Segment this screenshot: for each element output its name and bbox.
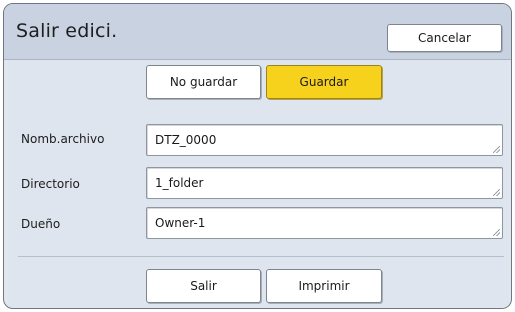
file-name-field[interactable]: DTZ_0000 bbox=[146, 124, 503, 156]
print-button[interactable]: Imprimir bbox=[266, 269, 382, 303]
dialog-title: Salir edici. bbox=[16, 20, 118, 42]
title-bar: Salir edici. Cancelar bbox=[4, 4, 511, 60]
resize-grip-icon bbox=[493, 189, 500, 196]
owner-field[interactable]: Owner-1 bbox=[146, 207, 503, 239]
save-button[interactable]: Guardar bbox=[266, 65, 382, 99]
owner-label: Dueño bbox=[21, 217, 61, 231]
cancel-button[interactable]: Cancelar bbox=[387, 24, 502, 52]
resize-grip-icon bbox=[493, 229, 500, 236]
directory-label: Directorio bbox=[21, 177, 80, 191]
directory-value: 1_folder bbox=[155, 176, 204, 190]
file-name-label: Nomb.archivo bbox=[21, 132, 105, 146]
resize-grip-icon bbox=[493, 146, 500, 153]
owner-value: Owner-1 bbox=[155, 216, 206, 230]
file-name-value: DTZ_0000 bbox=[155, 133, 217, 147]
exit-button[interactable]: Salir bbox=[146, 269, 261, 303]
directory-field[interactable]: 1_folder bbox=[146, 167, 503, 199]
no-save-button[interactable]: No guardar bbox=[146, 65, 261, 99]
divider bbox=[18, 256, 504, 257]
exit-editor-dialog: Salir edici. Cancelar No guardar Guardar… bbox=[3, 3, 512, 309]
